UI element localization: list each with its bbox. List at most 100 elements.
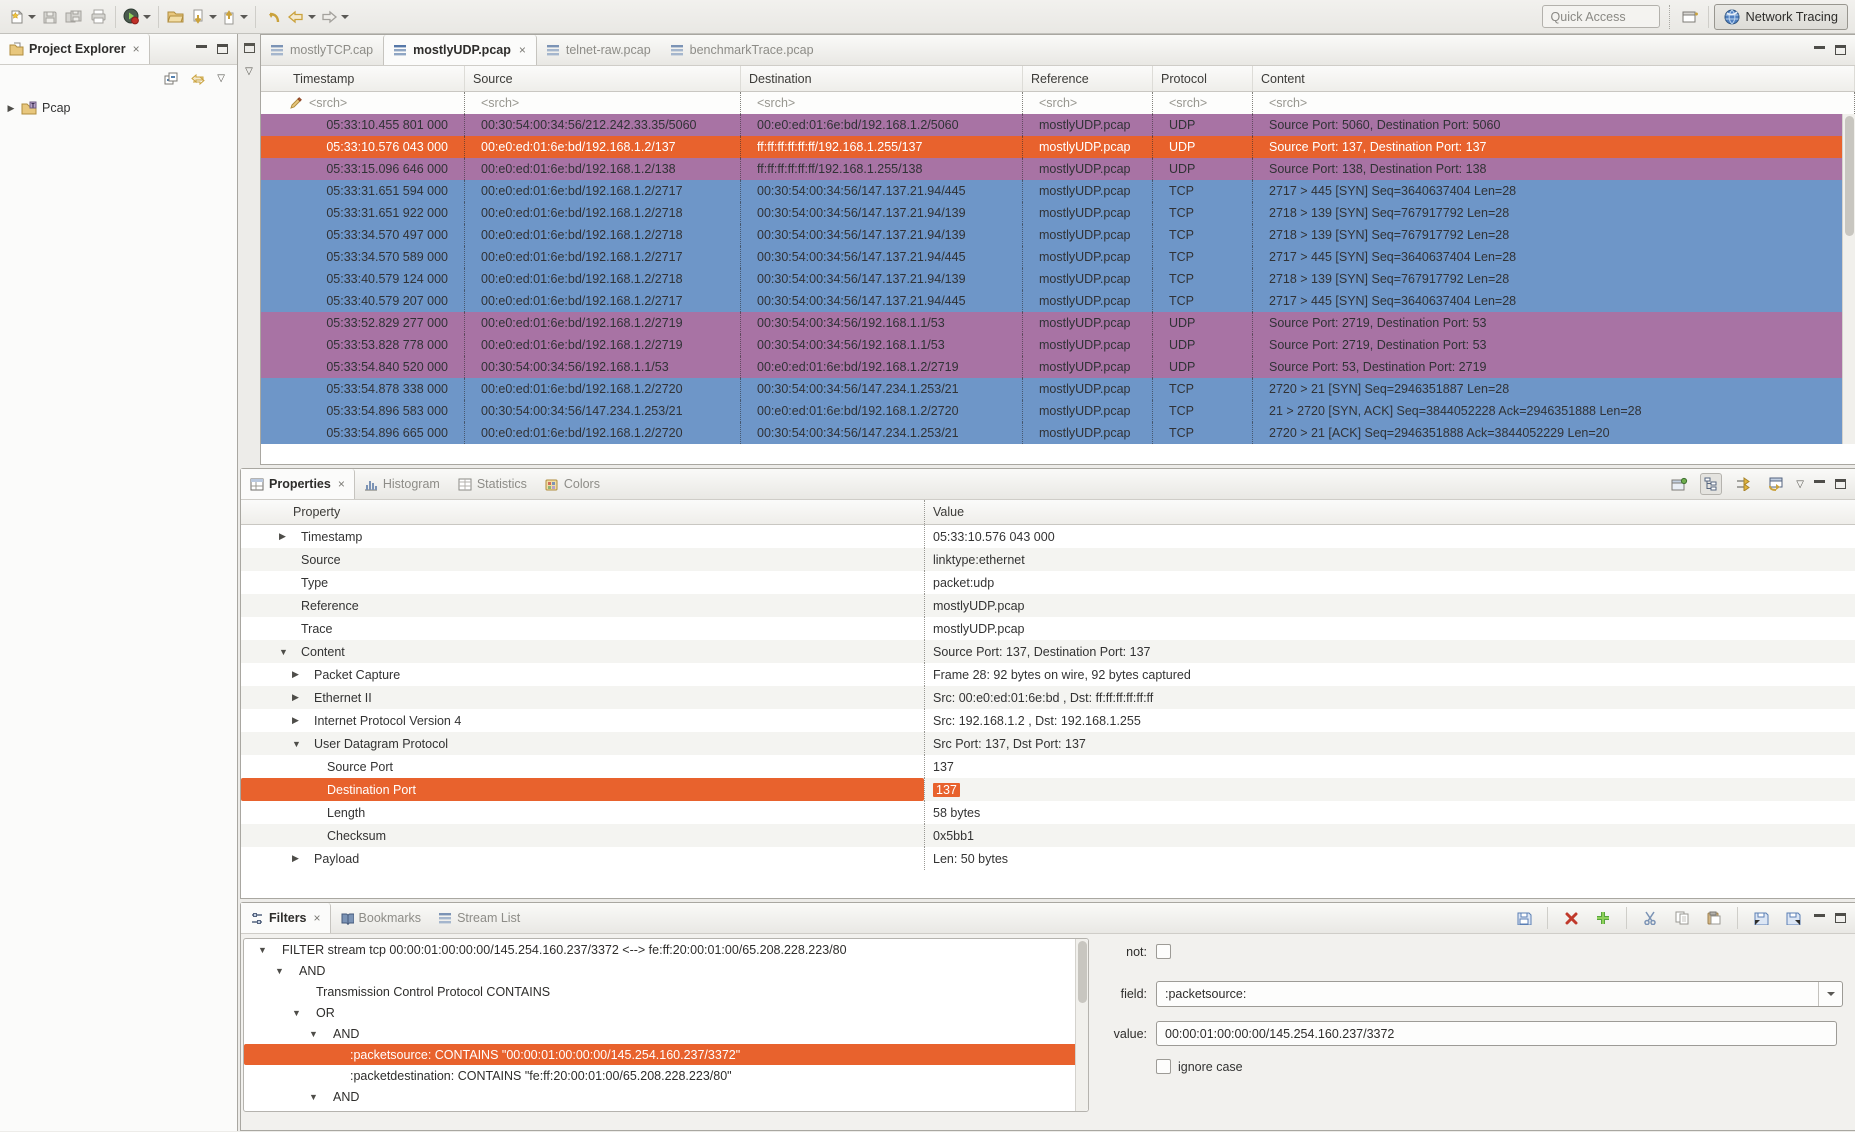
tab-telnet-raw-pcap[interactable]: telnet-raw.pcap bbox=[537, 35, 661, 65]
import-filter-button[interactable] bbox=[1750, 907, 1772, 929]
tab-mostlyudp-pcap[interactable]: mostlyUDP.pcap × bbox=[383, 35, 537, 65]
view-menu-icon[interactable]: ▽ bbox=[217, 73, 225, 84]
expander-icon[interactable]: ▼ bbox=[279, 647, 301, 657]
tab-benchmarktrace-pcap[interactable]: benchmarkTrace.pcap bbox=[661, 35, 824, 65]
ignore-case-checkbox[interactable] bbox=[1156, 1059, 1171, 1074]
filter-protocol-input[interactable]: <srch> bbox=[1153, 92, 1253, 114]
filter-destination-input[interactable]: <srch> bbox=[741, 92, 1023, 114]
quick-access-input[interactable]: Quick Access bbox=[1542, 5, 1660, 28]
paste-button[interactable] bbox=[1703, 907, 1725, 929]
filter-tree-row[interactable]: ▼AND bbox=[244, 960, 1088, 981]
profile-trace-button[interactable] bbox=[121, 4, 153, 30]
editor-vertical-scrollbar[interactable] bbox=[1842, 114, 1855, 444]
minimize-icon[interactable] bbox=[1814, 914, 1825, 918]
cut-button[interactable] bbox=[1639, 907, 1661, 929]
expander-icon[interactable]: ▶ bbox=[292, 715, 314, 726]
filter-tree-row[interactable]: ▼AND bbox=[244, 1086, 1088, 1107]
tab-statistics[interactable]: Statistics bbox=[449, 469, 536, 499]
packet-row[interactable]: 05:33:15.096 646 00000:e0:ed:01:6e:bd/19… bbox=[261, 158, 1855, 180]
save-filter-button[interactable] bbox=[1513, 907, 1535, 929]
property-row[interactable]: ▼User Datagram ProtocolSrc Port: 137, Ds… bbox=[241, 732, 1855, 755]
packet-row[interactable]: 05:33:40.579 207 00000:e0:ed:01:6e:bd/19… bbox=[261, 290, 1855, 312]
open-trace-button[interactable] bbox=[164, 4, 188, 30]
minimize-icon[interactable] bbox=[196, 45, 207, 49]
maximize-icon[interactable] bbox=[217, 44, 228, 54]
packet-row[interactable]: 05:33:54.840 520 00000:30:54:00:34:56/19… bbox=[261, 356, 1855, 378]
filter-reference-input[interactable]: <srch> bbox=[1023, 92, 1153, 114]
export-button[interactable] bbox=[219, 4, 250, 30]
maximize-icon[interactable] bbox=[1835, 913, 1846, 923]
packet-row[interactable]: 05:33:54.896 665 00000:e0:ed:01:6e:bd/19… bbox=[261, 422, 1855, 444]
filter-timestamp-input[interactable]: <srch> bbox=[261, 92, 465, 114]
filter-tree-row[interactable]: ▼FILTER stream tcp 00:00:01:00:00:00/145… bbox=[244, 939, 1088, 960]
tab-properties[interactable]: Properties × bbox=[241, 469, 355, 499]
export-dropdown-caret[interactable] bbox=[240, 15, 248, 19]
filter-tree-row[interactable]: ▼OR bbox=[244, 1002, 1088, 1023]
packet-row[interactable]: 05:33:52.829 277 00000:e0:ed:01:6e:bd/19… bbox=[261, 312, 1855, 334]
sync-selection-button[interactable] bbox=[1732, 473, 1754, 495]
property-row[interactable]: ▶Ethernet IISrc: 00:e0:ed:01:6e:bd , Dst… bbox=[241, 686, 1855, 709]
column-header-reference[interactable]: Reference bbox=[1023, 66, 1153, 91]
tab-filters[interactable]: Filters × bbox=[241, 903, 331, 933]
expander-icon[interactable]: ▼ bbox=[309, 1029, 333, 1039]
packet-row[interactable]: 05:33:31.651 594 00000:e0:ed:01:6e:bd/19… bbox=[261, 180, 1855, 202]
property-row[interactable]: Sourcelinktype:ethernet bbox=[241, 548, 1855, 571]
not-checkbox[interactable] bbox=[1156, 944, 1171, 959]
print-button[interactable] bbox=[86, 4, 110, 30]
maximize-icon[interactable] bbox=[1835, 45, 1846, 55]
scrollbar-thumb[interactable] bbox=[1078, 941, 1087, 1003]
link-with-editor-icon[interactable] bbox=[190, 72, 206, 86]
close-icon[interactable]: × bbox=[133, 42, 140, 56]
filter-tree-row[interactable]: :packetdestination: CONTAINS "fe:ff:20:0… bbox=[244, 1065, 1088, 1086]
expander-icon[interactable]: ▼ bbox=[292, 739, 314, 749]
maximize-icon[interactable] bbox=[1835, 479, 1846, 489]
open-perspective-button[interactable] bbox=[1679, 4, 1703, 30]
value-input[interactable]: 00:00:01:00:00:00/145.254.160.237/3372 bbox=[1156, 1021, 1837, 1046]
export-table-button[interactable] bbox=[1764, 473, 1786, 495]
property-row[interactable]: ▶PayloadLen: 50 bytes bbox=[241, 847, 1855, 870]
tab-project-explorer[interactable]: Project Explorer × bbox=[0, 34, 150, 64]
field-combo[interactable]: :packetsource: bbox=[1156, 981, 1843, 1007]
packet-row[interactable]: 05:33:40.579 124 00000:e0:ed:01:6e:bd/19… bbox=[261, 268, 1855, 290]
back-dropdown-caret[interactable] bbox=[308, 15, 316, 19]
property-row[interactable]: ▶Internet Protocol Version 4Src: 192.168… bbox=[241, 709, 1855, 732]
filter-source-input[interactable]: <srch> bbox=[465, 92, 741, 114]
back-button[interactable] bbox=[285, 4, 318, 30]
packet-row[interactable]: 05:33:54.878 338 00000:e0:ed:01:6e:bd/19… bbox=[261, 378, 1855, 400]
minimize-icon[interactable] bbox=[1814, 46, 1825, 50]
expander-icon[interactable]: ▶ bbox=[292, 853, 314, 864]
property-row[interactable]: Typepacket:udp bbox=[241, 571, 1855, 594]
tab-bookmarks[interactable]: Bookmarks bbox=[331, 903, 431, 933]
close-icon[interactable]: × bbox=[314, 911, 321, 925]
expander-icon[interactable]: ▼ bbox=[292, 1008, 316, 1018]
close-icon[interactable]: × bbox=[338, 477, 345, 491]
expander-icon[interactable]: ▼ bbox=[309, 1092, 333, 1102]
trim-menu-icon[interactable]: ▽ bbox=[245, 66, 253, 77]
new-button[interactable] bbox=[7, 4, 38, 30]
packet-row[interactable]: 05:33:34.570 497 00000:e0:ed:01:6e:bd/19… bbox=[261, 224, 1855, 246]
minimize-icon[interactable] bbox=[1814, 480, 1825, 484]
add-filter-button[interactable] bbox=[1592, 907, 1614, 929]
combo-dropdown-button[interactable] bbox=[1818, 982, 1842, 1006]
collapse-all-icon[interactable] bbox=[164, 72, 179, 86]
tree-item-pcap[interactable]: ▶ Pcap bbox=[6, 98, 237, 118]
filter-tree-row[interactable]: ▼AND bbox=[244, 1023, 1088, 1044]
filter-tree-row[interactable]: Transmission Control Protocol CONTAINS bbox=[244, 981, 1088, 1002]
column-header-content[interactable]: Content bbox=[1253, 66, 1855, 91]
pin-view-button[interactable] bbox=[1668, 473, 1690, 495]
view-menu-icon[interactable]: ▽ bbox=[1796, 479, 1804, 490]
import-button[interactable] bbox=[188, 4, 219, 30]
perspective-network-tracing[interactable]: Network Tracing bbox=[1714, 4, 1848, 30]
expander-icon[interactable]: ▼ bbox=[258, 945, 282, 955]
packet-row[interactable]: 05:33:53.828 778 00000:e0:ed:01:6e:bd/19… bbox=[261, 334, 1855, 356]
column-header-value[interactable]: Value bbox=[924, 500, 1855, 524]
new-dropdown-caret[interactable] bbox=[28, 15, 36, 19]
filter-tree-row[interactable]: :packetsource: CONTAINS "00:00:01:00:00:… bbox=[244, 1044, 1088, 1065]
scrollbar-thumb[interactable] bbox=[1845, 116, 1854, 236]
packet-row[interactable]: 05:33:54.896 583 00000:30:54:00:34:56/14… bbox=[261, 400, 1855, 422]
profile-dropdown-caret[interactable] bbox=[143, 15, 151, 19]
column-header-property[interactable]: Property bbox=[241, 500, 924, 524]
expander-icon[interactable]: ▼ bbox=[275, 966, 299, 976]
column-header-protocol[interactable]: Protocol bbox=[1153, 66, 1253, 91]
property-row[interactable]: ReferencemostlyUDP.pcap bbox=[241, 594, 1855, 617]
